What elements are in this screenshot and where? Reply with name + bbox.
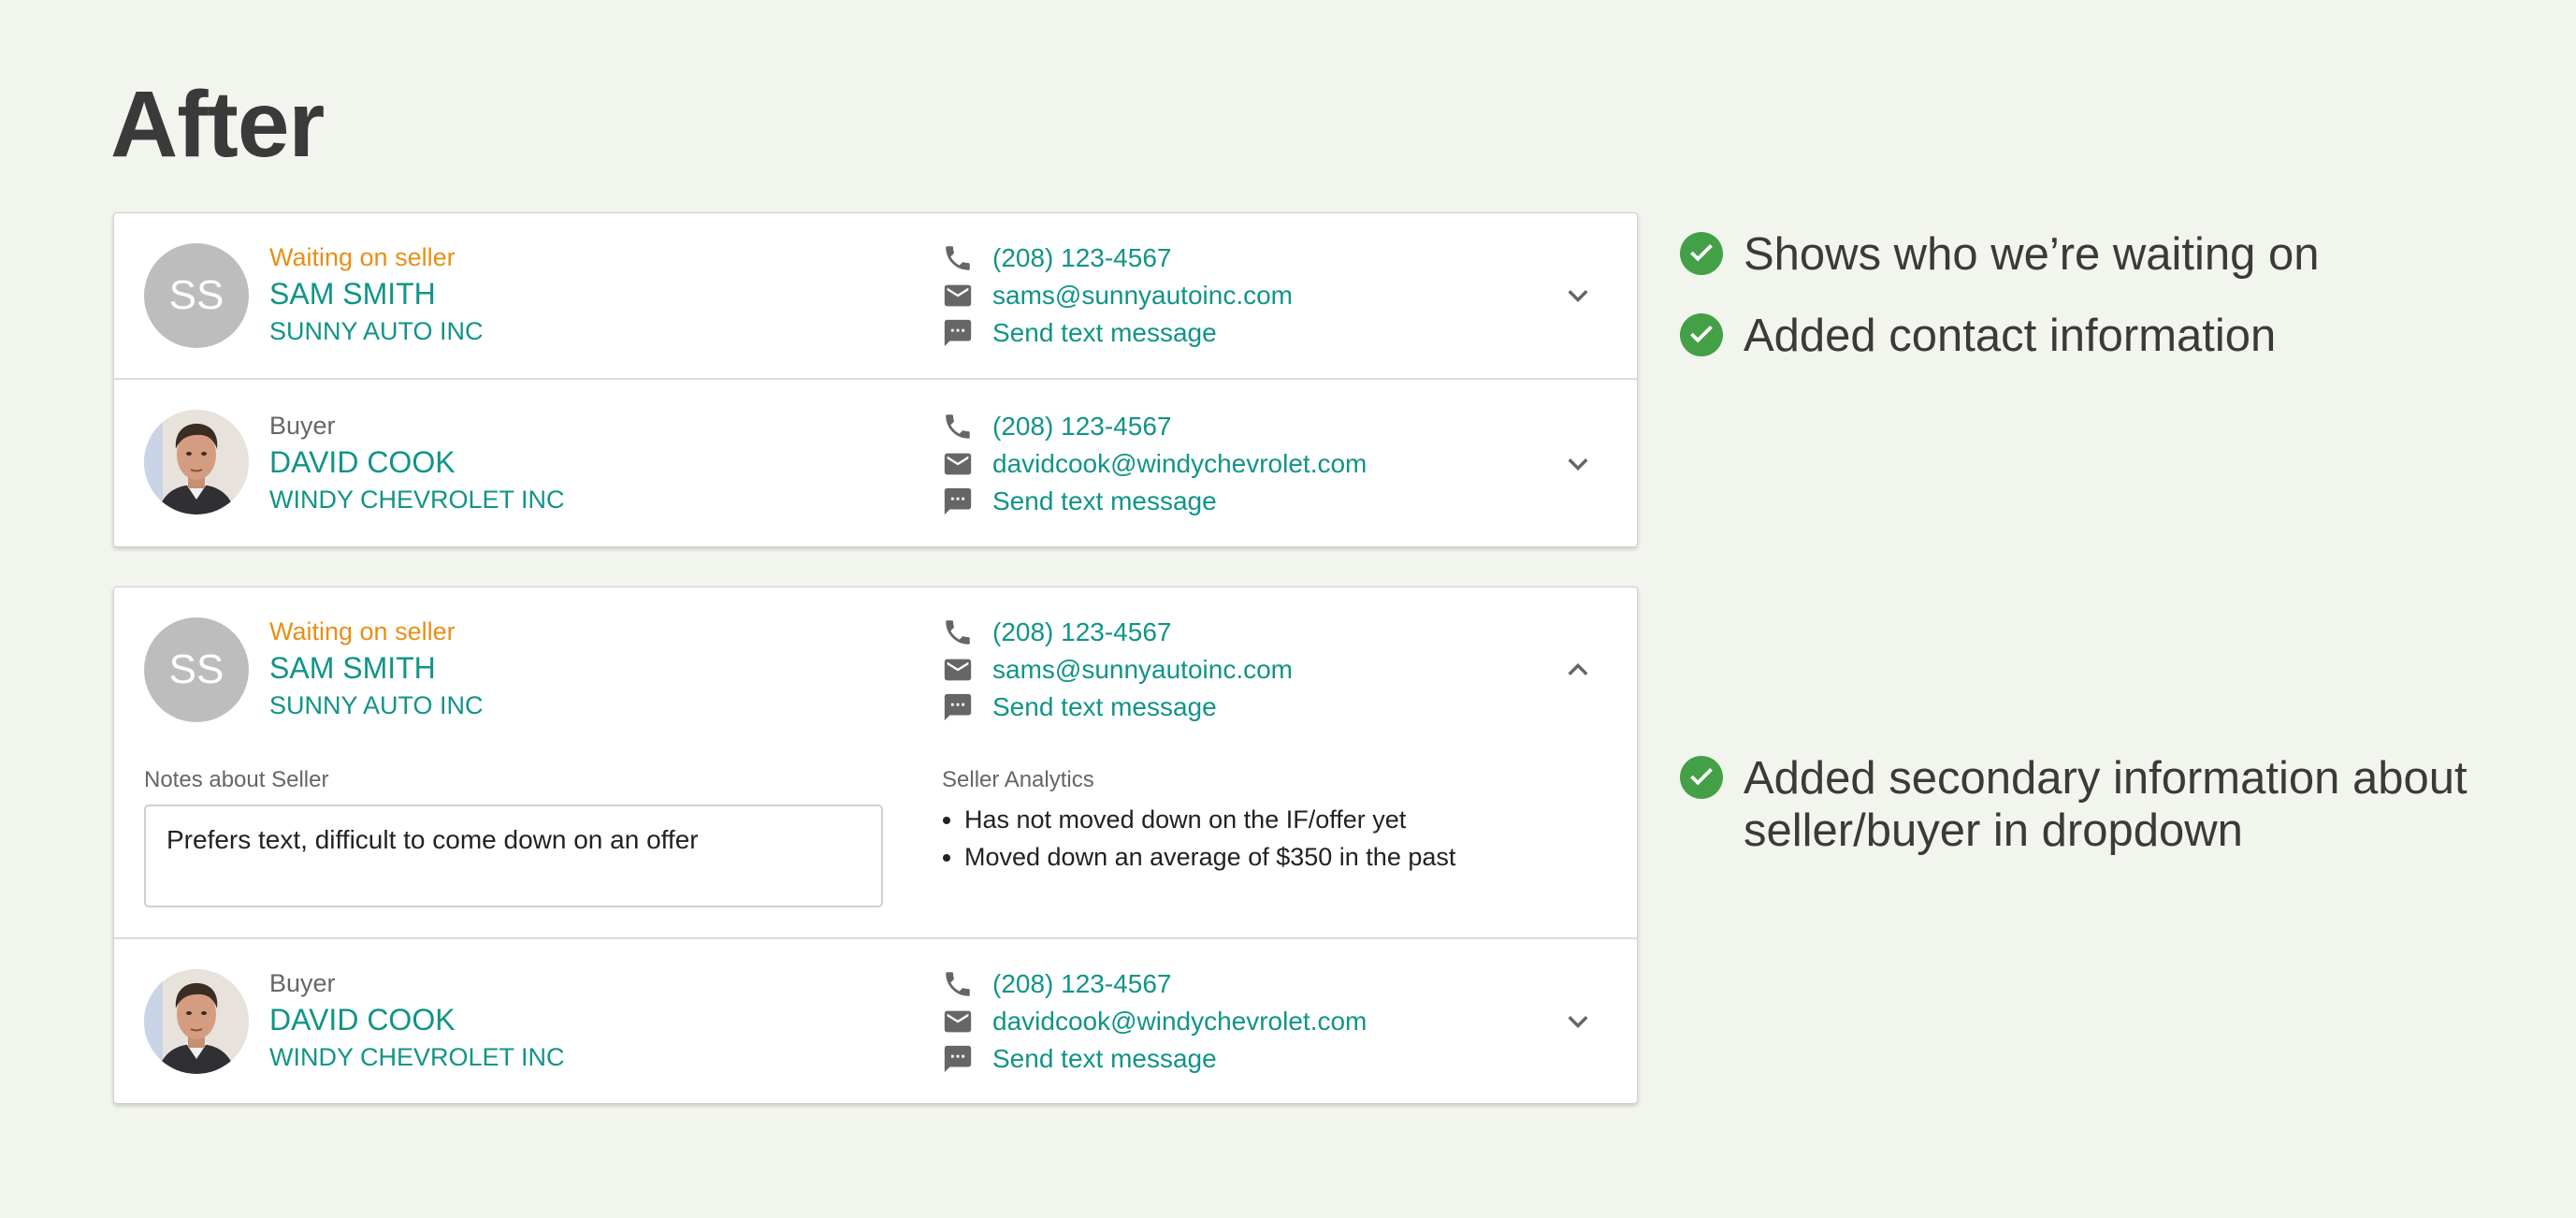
email-icon	[942, 654, 974, 686]
send-text-message[interactable]: Send text message	[992, 486, 1217, 516]
email-address[interactable]: davidcook@windychevrolet.com	[992, 1007, 1367, 1037]
avatar	[144, 969, 249, 1074]
notes-label: Notes about Seller	[144, 767, 329, 792]
text-message-link[interactable]: Send text message	[942, 483, 1367, 520]
phone-number[interactable]: (208) 123-4567	[992, 617, 1171, 647]
text-message-link[interactable]: Send text message	[942, 1040, 1367, 1078]
phone-link[interactable]: (208) 123-4567	[942, 614, 1293, 651]
annotation-item: Added contact information	[1680, 310, 2576, 362]
analytics-label: Seller Analytics	[942, 767, 1094, 792]
contact-name: SAM SMITH	[269, 277, 436, 311]
annotation-text: Added contact information	[1744, 311, 2277, 361]
role-label: Buyer	[269, 969, 336, 997]
company-name: SUNNY AUTO INC	[269, 317, 484, 345]
phone-number[interactable]: (208) 123-4567	[992, 412, 1171, 442]
check-circle-icon	[1680, 756, 1723, 799]
sms-icon	[942, 317, 974, 349]
chevron-down-icon[interactable]	[1555, 272, 1601, 319]
email-link[interactable]: sams@sunnyautoinc.com	[942, 277, 1293, 314]
avatar: SS	[144, 617, 249, 722]
chevron-up-icon[interactable]	[1555, 646, 1601, 693]
annotation-text: Added secondary information about seller…	[1744, 753, 2467, 856]
phone-icon	[942, 411, 974, 442]
email-icon	[942, 280, 974, 312]
analytics-list: Has not moved down on the IF/offer yet M…	[942, 801, 1455, 876]
seller-row[interactable]: SS Waiting on seller SAM SMITH SUNNY AUT…	[114, 213, 1637, 378]
email-link[interactable]: davidcook@windychevrolet.com	[942, 445, 1367, 483]
email-link[interactable]: sams@sunnyautoinc.com	[942, 651, 1293, 689]
seller-row-expanded[interactable]: SS Waiting on seller SAM SMITH SUNNY AUT…	[114, 587, 1637, 937]
annotation-item: Added secondary information about seller…	[1680, 752, 2576, 857]
sms-icon	[942, 1043, 974, 1075]
email-icon	[942, 1006, 974, 1037]
list-item: Has not moved down on the IF/offer yet	[964, 801, 1455, 838]
contact-name: DAVID COOK	[269, 1003, 456, 1037]
chevron-down-icon[interactable]	[1555, 998, 1601, 1045]
phone-icon	[942, 242, 974, 274]
buyer-row[interactable]: Buyer DAVID COOK WINDY CHEVROLET INC (20…	[114, 380, 1637, 546]
annotation-text: Shows who we’re waiting on	[1744, 229, 2320, 280]
phone-link[interactable]: (208) 123-4567	[942, 239, 1293, 277]
contact-card-expanded: SS Waiting on seller SAM SMITH SUNNY AUT…	[113, 587, 1638, 1104]
notes-field[interactable]: Prefers text, difficult to come down on …	[144, 805, 883, 907]
role-label: Buyer	[269, 412, 336, 440]
phone-link[interactable]: (208) 123-4567	[942, 965, 1367, 1003]
send-text-message[interactable]: Send text message	[992, 692, 1217, 722]
contact-card-collapsed: SS Waiting on seller SAM SMITH SUNNY AUT…	[113, 212, 1638, 547]
text-message-link[interactable]: Send text message	[942, 689, 1293, 726]
email-address[interactable]: davidcook@windychevrolet.com	[992, 449, 1367, 479]
email-icon	[942, 448, 974, 480]
phone-icon	[942, 968, 974, 1000]
page-title: After	[110, 72, 325, 177]
contact-name: SAM SMITH	[269, 651, 436, 685]
phone-number[interactable]: (208) 123-4567	[992, 969, 1171, 999]
email-link[interactable]: davidcook@windychevrolet.com	[942, 1003, 1367, 1040]
send-text-message[interactable]: Send text message	[992, 318, 1217, 348]
contact-name: DAVID COOK	[269, 445, 456, 479]
send-text-message[interactable]: Send text message	[992, 1044, 1217, 1074]
list-item: Moved down an average of $350 in the pas…	[964, 838, 1455, 876]
email-address[interactable]: sams@sunnyautoinc.com	[992, 655, 1293, 685]
sms-icon	[942, 691, 974, 723]
avatar	[144, 410, 249, 515]
annotation-item: Shows who we’re waiting on	[1680, 228, 2576, 281]
phone-icon	[942, 616, 974, 648]
sms-icon	[942, 486, 974, 517]
phone-number[interactable]: (208) 123-4567	[992, 243, 1171, 273]
email-address[interactable]: sams@sunnyautoinc.com	[992, 281, 1293, 311]
buyer-row[interactable]: Buyer DAVID COOK WINDY CHEVROLET INC (20…	[114, 939, 1637, 1103]
check-circle-icon	[1680, 313, 1723, 356]
phone-link[interactable]: (208) 123-4567	[942, 408, 1367, 445]
check-circle-icon	[1680, 232, 1723, 275]
text-message-link[interactable]: Send text message	[942, 314, 1293, 352]
avatar: SS	[144, 243, 249, 348]
chevron-down-icon[interactable]	[1555, 441, 1601, 487]
status-label: Waiting on seller	[269, 243, 456, 271]
company-name: SUNNY AUTO INC	[269, 691, 484, 719]
status-label: Waiting on seller	[269, 617, 456, 645]
company-name: WINDY CHEVROLET INC	[269, 486, 565, 514]
company-name: WINDY CHEVROLET INC	[269, 1043, 565, 1071]
